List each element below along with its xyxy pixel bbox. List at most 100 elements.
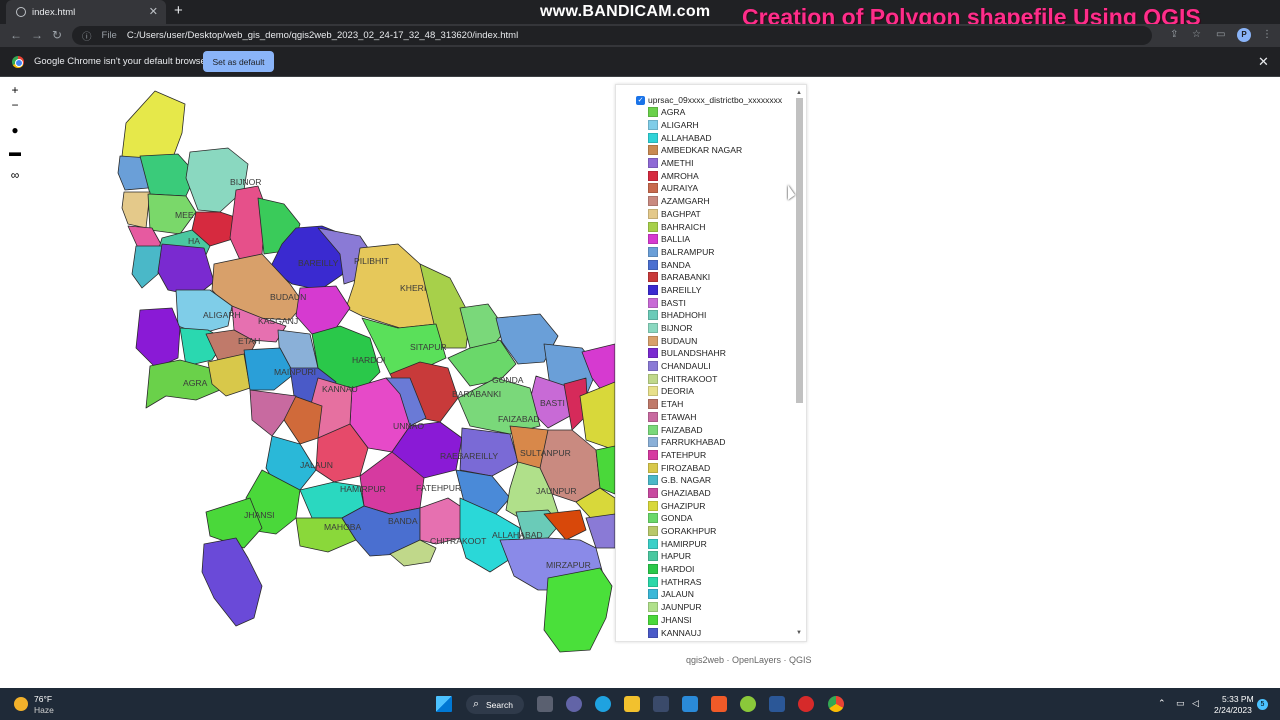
brave-icon[interactable] xyxy=(711,696,727,712)
clock-date[interactable]: 2/24/2023 xyxy=(1214,705,1252,715)
volume-icon[interactable]: ◁ xyxy=(1192,698,1199,709)
legend-label: FAIZABAD xyxy=(661,424,703,435)
bookmark-icon[interactable]: ☆ xyxy=(1192,29,1201,40)
forward-icon[interactable]: → xyxy=(31,28,43,42)
legend-item: JALAUN xyxy=(648,588,742,601)
legend-label: GORAKHPUR xyxy=(661,526,717,537)
legend-item: BHADHOHI xyxy=(648,309,742,322)
legend-scrollbar[interactable]: ▲ ▼ xyxy=(795,90,805,638)
browser-tab[interactable]: index.html ✕ xyxy=(6,0,166,24)
browser-tabstrip: index.html ✕ + www.BANDICAM.com Creation… xyxy=(0,0,1280,30)
legend-item: BULANDSHAHR xyxy=(648,347,742,360)
legend-item: HARDOI xyxy=(648,563,742,576)
windows-taskbar: 76°F Haze Search ⌃ ▭ ◁ 5:33 PM 2/24/2023… xyxy=(0,688,1280,720)
scroll-thumb[interactable] xyxy=(796,98,803,403)
zoom-in-button[interactable]: + xyxy=(8,83,22,97)
menu-icon[interactable]: ⋮ xyxy=(1262,29,1272,40)
info-icon[interactable]: ⓘ xyxy=(82,29,92,43)
map-label-unnao: UNNAO xyxy=(393,421,424,431)
map-label-allahabad: ALLAHABAD xyxy=(492,530,543,540)
url-text[interactable]: C:/Users/user/Desktop/web_gis_demo/qgis2… xyxy=(127,30,518,41)
legend-swatch xyxy=(648,373,658,384)
tray-chevron-icon[interactable]: ⌃ xyxy=(1158,698,1166,709)
legend-item: BALLIA xyxy=(648,233,742,246)
task-view-icon[interactable] xyxy=(537,696,553,712)
chat-icon[interactable] xyxy=(566,696,582,712)
map-label-fatehpur: FATEHPUR xyxy=(416,483,461,493)
word-icon[interactable] xyxy=(769,696,785,712)
file-explorer-icon[interactable] xyxy=(624,696,640,712)
map-attribution[interactable]: qgis2web · OpenLayers · QGIS xyxy=(686,655,812,665)
network-icon[interactable]: ▭ xyxy=(1176,698,1185,709)
legend-label: FIROZABAD xyxy=(661,462,711,473)
back-icon[interactable]: ← xyxy=(10,28,22,42)
notification-badge[interactable]: 5 xyxy=(1257,699,1268,710)
legend-item: ALLAHABAD xyxy=(648,131,742,144)
sidepanel-icon[interactable]: ▭ xyxy=(1216,29,1225,40)
infobar-close-button[interactable]: ✕ xyxy=(1258,54,1269,70)
legend-label: HARDOI xyxy=(661,564,695,575)
address-bar[interactable]: ⓘ File C:/Users/user/Desktop/web_gis_dem… xyxy=(72,26,1152,45)
legend-label: KANNAUJ xyxy=(661,627,702,638)
map-label-mainpuri: MAINPURI xyxy=(274,367,316,377)
legend-swatch xyxy=(648,627,658,638)
legend-label: AGRA xyxy=(661,107,686,118)
qgis-icon[interactable] xyxy=(740,696,756,712)
geolocate-icon[interactable]: ● xyxy=(8,123,22,137)
map-label-sitapur: SITAPUR xyxy=(410,342,447,352)
legend-label: BULANDSHAHR xyxy=(661,348,726,359)
legend-swatch xyxy=(648,120,658,131)
globe-icon xyxy=(16,7,26,17)
weather-description[interactable]: Haze xyxy=(34,705,54,715)
weather-temperature[interactable]: 76°F xyxy=(34,694,52,704)
legend-swatch xyxy=(648,538,658,549)
district-shape xyxy=(457,377,541,435)
taskbar-search[interactable]: Search xyxy=(466,695,524,714)
district-shape xyxy=(121,90,186,163)
legend-item: BASTI xyxy=(648,296,742,309)
district-map[interactable]: BIJNOR MEE HA BAREILLY PILIBHIT KHERI BU… xyxy=(0,78,615,688)
district-shape xyxy=(131,245,163,289)
binoculars-icon[interactable]: ∞ xyxy=(8,168,22,182)
map-label-mahoba: MAHOBA xyxy=(324,522,362,532)
legend-swatch xyxy=(648,551,658,562)
legend-label: DEORIA xyxy=(661,386,694,397)
layer-toggle[interactable]: ✓ uprsac_09xxxx_districtbo_xxxxxxxx xyxy=(636,95,782,105)
recording-watermark: www.BANDICAM.com xyxy=(540,3,711,20)
scroll-up-icon[interactable]: ▲ xyxy=(796,90,802,96)
legend-item: AURAIYA xyxy=(648,182,742,195)
chrome-taskbar-icon[interactable] xyxy=(828,696,844,712)
legend-item: HAPUR xyxy=(648,550,742,563)
new-tab-button[interactable]: + xyxy=(174,2,183,19)
layer-checkbox[interactable]: ✓ xyxy=(636,95,645,105)
legend-item: GHAZIABAD xyxy=(648,487,742,500)
mouse-cursor-icon xyxy=(788,185,795,200)
edge-icon[interactable] xyxy=(595,696,611,712)
profile-avatar[interactable]: P xyxy=(1237,28,1251,42)
reload-icon[interactable]: ↻ xyxy=(52,28,62,42)
zoom-out-button[interactable]: − xyxy=(8,98,22,112)
legend-label: BAGHPAT xyxy=(661,208,701,219)
record-icon[interactable] xyxy=(798,696,814,712)
share-icon[interactable]: ⇪ xyxy=(1170,29,1178,40)
legend-label: BAHRAICH xyxy=(661,221,706,232)
tab-close-button[interactable]: ✕ xyxy=(149,5,158,18)
legend-label: CHANDAULI xyxy=(661,361,711,372)
map-viewport[interactable]: BIJNOR MEE HA BAREILLY PILIBHIT KHERI BU… xyxy=(0,78,615,688)
scroll-down-icon[interactable]: ▼ xyxy=(796,630,802,636)
mail-icon[interactable] xyxy=(682,696,698,712)
legend-swatch xyxy=(648,310,658,321)
start-button[interactable] xyxy=(436,696,452,712)
store-icon[interactable] xyxy=(653,696,669,712)
layer-switcher: ✓ uprsac_09xxxx_districtbo_xxxxxxxx AGRA… xyxy=(615,84,807,642)
set-default-button[interactable]: Set as default xyxy=(203,51,274,72)
page-content: BIJNOR MEE HA BAREILLY PILIBHIT KHERI BU… xyxy=(0,78,1280,688)
legend-swatch xyxy=(648,411,658,422)
weather-icon[interactable] xyxy=(14,697,28,711)
measure-icon[interactable]: ▬ xyxy=(8,145,22,159)
legend-swatch xyxy=(648,437,658,448)
legend-swatch xyxy=(648,449,658,460)
legend-swatch xyxy=(648,564,658,575)
clock-time[interactable]: 5:33 PM xyxy=(1222,694,1254,704)
legend-label: FATEHPUR xyxy=(661,449,707,460)
